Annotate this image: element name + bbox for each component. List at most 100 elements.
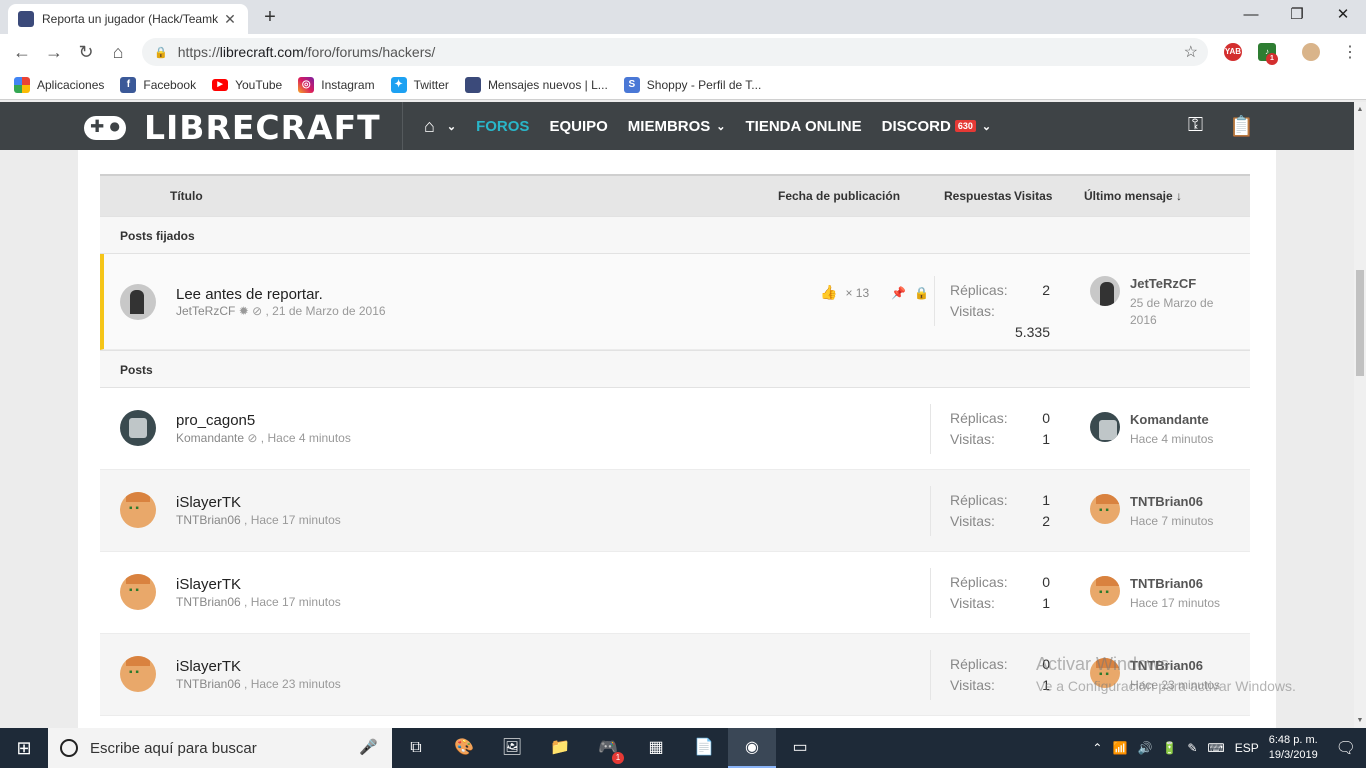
thread-title[interactable]: iSlayerTK bbox=[176, 494, 241, 511]
scroll-up-icon[interactable]: ▲ bbox=[1354, 106, 1366, 113]
header-last-message[interactable]: Último mensaje ↓ bbox=[1084, 189, 1182, 203]
nav-miembros[interactable]: MIEMBROS ⌄ bbox=[628, 118, 726, 135]
header-replies[interactable]: Respuestas bbox=[944, 189, 1011, 203]
network-icon[interactable]: 📶 bbox=[1112, 741, 1127, 755]
views-count: 1 bbox=[1042, 595, 1050, 611]
replies-label: Réplicas: bbox=[950, 656, 1008, 672]
thread-meta: TNTBrian06 , Hace 23 minutos bbox=[176, 677, 341, 691]
close-window-button[interactable]: ✕ bbox=[1320, 0, 1366, 30]
notifications-icon[interactable]: 🗨 bbox=[1336, 738, 1356, 758]
volume-icon[interactable]: 🔊 bbox=[1137, 741, 1152, 755]
address-bar[interactable]: 🔒 https://librecraft.com/foro/forums/hac… bbox=[142, 38, 1208, 66]
bookmark-twitter[interactable]: ✦ Twitter bbox=[390, 76, 449, 93]
back-arrow-icon[interactable]: ← bbox=[6, 42, 38, 63]
thread-title[interactable]: iSlayerTK bbox=[176, 658, 241, 675]
lock-icon: 🔒 bbox=[914, 285, 930, 300]
replies-label: Réplicas: bbox=[950, 410, 1008, 426]
menu-dots-icon[interactable]: ⋮ bbox=[1342, 42, 1358, 62]
bookmark-youtube[interactable]: ▶ YouTube bbox=[212, 78, 282, 92]
taskbar-search[interactable]: Escribe aquí para buscar 🎤 bbox=[48, 728, 392, 768]
paint-icon[interactable]: 🎨 bbox=[440, 728, 488, 768]
avatar[interactable] bbox=[120, 284, 156, 320]
watermark-title: Activar Windows bbox=[1036, 654, 1170, 674]
battery-icon[interactable]: 🔋 bbox=[1162, 741, 1177, 755]
page-scrollbar[interactable]: ▲ ▼ bbox=[1354, 102, 1366, 728]
last-avatar[interactable] bbox=[1090, 412, 1120, 442]
windows-start-icon[interactable]: ⊞ bbox=[0, 738, 48, 759]
avatar[interactable] bbox=[120, 410, 156, 446]
close-tab-icon[interactable]: ✕ bbox=[222, 11, 238, 28]
thread-author[interactable]: TNTBrian06 bbox=[176, 513, 241, 527]
new-tab-button[interactable]: + bbox=[258, 6, 282, 29]
nav-home[interactable]: ⌂ ⌄ bbox=[424, 116, 456, 137]
twitter-icon: ✦ bbox=[390, 76, 407, 93]
table-row[interactable]: pro_cagon5 Komandante ⊘ , Hace 4 minutos… bbox=[100, 388, 1250, 470]
bookmark-shoppy[interactable]: S Shoppy - Perfil de T... bbox=[623, 76, 761, 93]
nav-discord[interactable]: DISCORD 630 ⌄ bbox=[882, 118, 991, 135]
thread-author[interactable]: TNTBrian06 bbox=[176, 595, 241, 609]
chevron-down-icon: ⌄ bbox=[716, 120, 726, 133]
notepad-icon[interactable]: 📄 bbox=[680, 728, 728, 768]
file-explorer-icon[interactable]: 📁 bbox=[536, 728, 584, 768]
bookmark-librecraft[interactable]: Mensajes nuevos | L... bbox=[464, 76, 608, 93]
header-views[interactable]: Visitas bbox=[1014, 189, 1052, 203]
avatar[interactable] bbox=[120, 492, 156, 528]
nav-foros[interactable]: FOROS bbox=[476, 118, 529, 135]
table-row[interactable]: iSlayerTK TNTBrian06 , Hace 17 minutos R… bbox=[100, 552, 1250, 634]
forward-arrow-icon[interactable]: → bbox=[38, 42, 70, 63]
nav-equipo[interactable]: EQUIPO bbox=[549, 118, 607, 135]
reload-icon[interactable]: ↻ bbox=[70, 42, 102, 63]
last-avatar[interactable] bbox=[1090, 494, 1120, 524]
last-user[interactable]: TNTBrian06 bbox=[1130, 494, 1203, 509]
clipboard-icon[interactable]: 📋 bbox=[1229, 114, 1254, 139]
profile-avatar[interactable] bbox=[1302, 43, 1320, 61]
home-icon: ⌂ bbox=[424, 115, 435, 136]
site-logo[interactable]: LIBRECRAFT bbox=[84, 108, 381, 147]
header-title[interactable]: Título bbox=[170, 189, 203, 203]
chevron-up-icon[interactable]: ⌃ bbox=[1092, 741, 1102, 755]
thread-title[interactable]: Lee antes de reportar. bbox=[176, 286, 323, 303]
browser-tab[interactable]: Reporta un jugador (Hack/Teamk ✕ bbox=[8, 4, 248, 34]
bookmark-apps[interactable]: Aplicaciones bbox=[14, 76, 104, 93]
bookmark-instagram[interactable]: ◎ Instagram bbox=[298, 76, 375, 93]
table-row[interactable]: iSlayerTK TNTBrian06 , Hace 17 minutos R… bbox=[100, 470, 1250, 552]
discord-taskbar-icon[interactable]: 🎮 1 bbox=[584, 728, 632, 768]
home-icon[interactable]: ⌂ bbox=[102, 42, 134, 63]
thread-title[interactable]: iSlayerTK bbox=[176, 576, 241, 593]
facebook-icon: f bbox=[120, 76, 137, 93]
header-date[interactable]: Fecha de publicación bbox=[778, 189, 900, 203]
avatar[interactable] bbox=[120, 574, 156, 610]
clock[interactable]: 6:48 p. m. 19/3/2019 bbox=[1269, 733, 1318, 763]
microphone-icon[interactable]: 🎤 bbox=[359, 738, 378, 756]
maximize-button[interactable]: ❐ bbox=[1274, 0, 1320, 30]
yab-extension-icon[interactable]: YAB bbox=[1224, 43, 1242, 61]
thread-author[interactable]: JetTeRzCF bbox=[176, 304, 235, 318]
bookmark-facebook[interactable]: f Facebook bbox=[120, 76, 196, 93]
table-row[interactable]: Lee antes de reportar. JetTeRzCF ✹ ⊘ , 2… bbox=[100, 254, 1250, 350]
language-indicator[interactable]: ESP bbox=[1235, 741, 1259, 755]
key-icon[interactable]: ⚿ bbox=[1188, 114, 1203, 139]
minimize-button[interactable]: — bbox=[1228, 0, 1274, 30]
chrome-taskbar-icon[interactable]: ◉ bbox=[728, 728, 776, 768]
document-app-icon[interactable]: 🖼 bbox=[488, 728, 536, 768]
bookmark-star-icon[interactable]: ☆ bbox=[1184, 42, 1198, 62]
scroll-down-icon[interactable]: ▼ bbox=[1354, 717, 1366, 724]
nav-tienda[interactable]: TIENDA ONLINE bbox=[746, 118, 862, 135]
minecraft-icon[interactable]: ▦ bbox=[632, 728, 680, 768]
pen-icon[interactable]: ✎ bbox=[1187, 741, 1197, 755]
scrollbar-thumb[interactable] bbox=[1356, 270, 1364, 376]
keyboard-icon[interactable]: ⌨ bbox=[1207, 741, 1224, 755]
last-user[interactable]: TNTBrian06 bbox=[1130, 576, 1203, 591]
last-user[interactable]: JetTeRzCF bbox=[1130, 276, 1196, 291]
thread-author[interactable]: TNTBrian06 bbox=[176, 677, 241, 691]
terminal-icon[interactable]: ▭ bbox=[776, 728, 824, 768]
browser-tab-strip: Reporta un jugador (Hack/Teamk ✕ + — ❐ ✕ bbox=[0, 0, 1366, 34]
last-avatar[interactable] bbox=[1090, 276, 1120, 306]
thread-author[interactable]: Komandante bbox=[176, 431, 244, 445]
apps-grid-icon bbox=[14, 76, 30, 93]
thread-title[interactable]: pro_cagon5 bbox=[176, 412, 255, 429]
last-avatar[interactable] bbox=[1090, 576, 1120, 606]
task-view-icon[interactable]: ⧉ bbox=[392, 728, 440, 768]
avatar[interactable] bbox=[120, 656, 156, 692]
last-user[interactable]: Komandante bbox=[1130, 412, 1209, 427]
